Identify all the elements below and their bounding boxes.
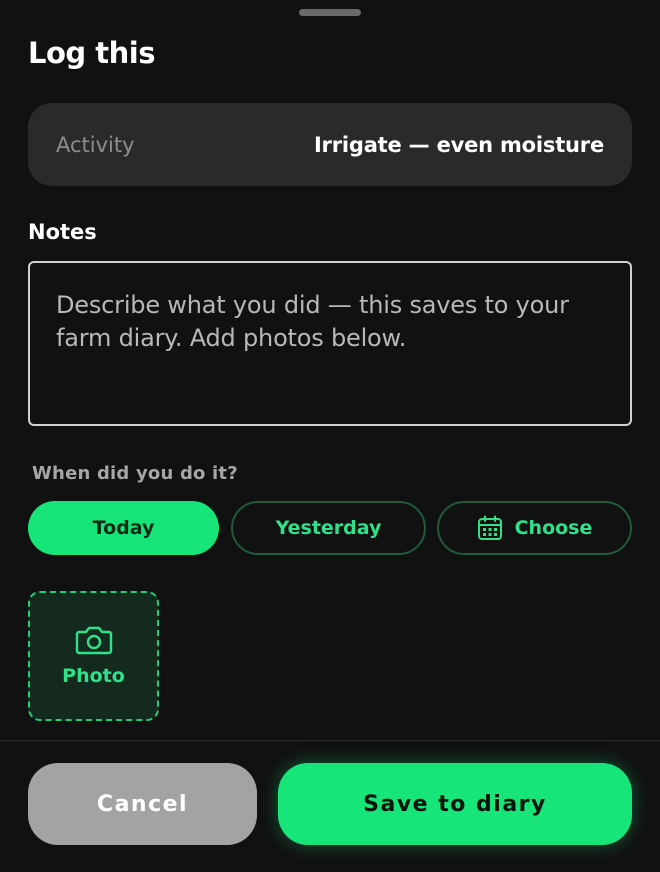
- save-button-label: Save to diary: [363, 791, 547, 817]
- activity-selector[interactable]: Activity Irrigate — even moisture: [28, 103, 632, 186]
- notes-label: Notes: [28, 220, 97, 244]
- chip-today[interactable]: Today: [28, 501, 219, 555]
- cancel-button-label: Cancel: [96, 791, 189, 817]
- camera-icon: [75, 625, 113, 659]
- cancel-button[interactable]: Cancel: [28, 763, 257, 845]
- when-label: When did you do it?: [32, 463, 238, 484]
- notes-textarea[interactable]: Describe what you did — this saves to yo…: [28, 261, 632, 426]
- chip-choose-label: Choose: [514, 517, 593, 539]
- activity-label: Activity: [56, 132, 135, 157]
- chip-yesterday[interactable]: Yesterday: [231, 501, 426, 555]
- photo-label: Photo: [62, 665, 125, 687]
- log-sheet: Log this Activity Irrigate — even moistu…: [0, 0, 660, 872]
- sheet-title: Log this: [28, 36, 155, 70]
- save-to-diary-button[interactable]: Save to diary: [278, 763, 632, 845]
- footer-divider: [0, 740, 660, 741]
- calendar-icon: [477, 515, 503, 541]
- chip-yesterday-label: Yesterday: [275, 517, 382, 539]
- add-photo-button[interactable]: Photo: [28, 591, 159, 721]
- activity-value: Irrigate — even moisture: [313, 132, 604, 157]
- notes-placeholder: Describe what you did — this saves to yo…: [56, 291, 569, 352]
- chip-choose[interactable]: Choose: [437, 501, 632, 555]
- sheet-grab-handle[interactable]: [299, 9, 361, 16]
- chip-today-label: Today: [92, 517, 155, 539]
